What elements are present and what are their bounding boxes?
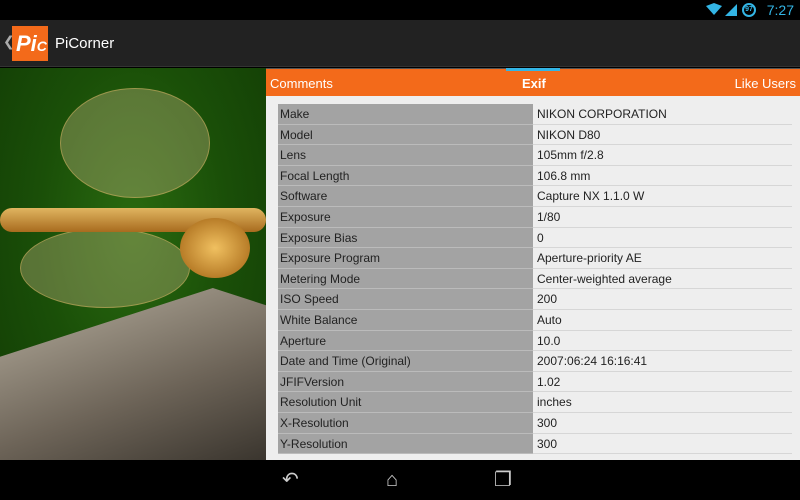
exif-key: Date and Time (Original) — [278, 351, 533, 372]
exif-row: Exposure Program Aperture-priority AE — [278, 248, 792, 269]
exif-key: Lens — [278, 145, 533, 166]
exif-value: Aperture-priority AE — [533, 248, 792, 269]
action-bar: ❮ PiC PiCorner — [0, 20, 800, 67]
exif-key: Exposure Bias — [278, 227, 533, 249]
exif-key: X-Resolution — [278, 412, 533, 434]
exif-row: Resolution Unit inches — [278, 392, 792, 413]
exif-value: NIKON CORPORATION — [533, 104, 792, 125]
exif-row: Make NIKON CORPORATION — [278, 104, 792, 125]
exif-key: Resolution Unit — [278, 392, 533, 413]
exif-row: Exposure 1/80 — [278, 206, 792, 228]
app-logo[interactable]: PiC — [12, 26, 48, 61]
exif-value: 200 — [533, 289, 792, 310]
status-bar: 97 7:27 — [0, 0, 800, 20]
back-icon[interactable]: ↶ — [282, 468, 299, 492]
navigation-bar: ↶ ⌂ ❐ — [0, 460, 800, 500]
tab-bar: Comments Exif Like Users — [266, 68, 800, 96]
tab-comments[interactable]: Comments — [270, 76, 333, 91]
exif-row: X-Resolution 300 — [278, 412, 792, 434]
exif-row: Focal Length 106.8 mm — [278, 165, 792, 187]
exif-value: 300 — [533, 434, 792, 455]
exif-panel[interactable]: Make NIKON CORPORATION Model NIKON D80 Lens 1… — [266, 96, 800, 460]
exif-row: Y-Resolution 300 — [278, 433, 792, 455]
exif-value: 2007:06:24 16:16:41 — [533, 351, 792, 372]
signal-icon — [725, 4, 737, 16]
exif-row: Metering Mode Center-weighted average — [278, 268, 792, 290]
app-title: PiCorner — [55, 35, 115, 52]
exif-value: 106.8 mm — [533, 166, 792, 187]
wifi-icon — [706, 3, 722, 15]
wing — [20, 228, 190, 308]
exif-key: ISO Speed — [278, 289, 533, 310]
exif-value: Capture NX 1.1.0 W — [533, 186, 792, 207]
exif-value: 0 — [533, 228, 792, 249]
exif-value: Center-weighted average — [533, 269, 792, 290]
exif-key: White Balance — [278, 309, 533, 331]
tab-exif[interactable]: Exif — [522, 76, 546, 91]
exif-row: Model NIKON D80 — [278, 124, 792, 146]
exif-key: Focal Length — [278, 165, 533, 187]
exif-row: White Balance Auto — [278, 309, 792, 331]
exif-key: Metering Mode — [278, 268, 533, 290]
exif-key: Software — [278, 186, 533, 207]
dragonfly-head — [180, 218, 250, 278]
exif-key: Y-Resolution — [278, 433, 533, 455]
exif-value: 105mm f/2.8 — [533, 145, 792, 166]
exif-key: Exposure — [278, 206, 533, 228]
exif-row: Exposure Bias 0 — [278, 227, 792, 249]
exif-key: JFIFVersion — [278, 371, 533, 393]
wing — [60, 88, 210, 198]
exif-key: Make — [278, 104, 533, 125]
exif-row: Lens 105mm f/2.8 — [278, 145, 792, 166]
clock: 7:27 — [766, 2, 794, 18]
tab-indicator — [506, 68, 560, 71]
exif-row: ISO Speed 200 — [278, 289, 792, 310]
home-icon[interactable]: ⌂ — [386, 468, 398, 492]
exif-value: Auto — [533, 310, 792, 331]
exif-key: Exposure Program — [278, 248, 533, 269]
exif-key: Model — [278, 124, 533, 146]
exif-value: 10.0 — [533, 331, 792, 352]
exif-value: inches — [533, 392, 792, 413]
exif-value: 1/80 — [533, 207, 792, 228]
tab-like-users[interactable]: Like Users — [735, 76, 796, 91]
exif-key: Aperture — [278, 330, 533, 352]
battery-icon: 97 — [742, 3, 756, 17]
photo-dragonfly[interactable] — [0, 68, 266, 460]
exif-value: NIKON D80 — [533, 125, 792, 146]
exif-row: JFIFVersion 1.02 — [278, 371, 792, 393]
exif-value: 300 — [533, 413, 792, 434]
recent-apps-icon[interactable]: ❐ — [494, 468, 512, 492]
exif-table: Make NIKON CORPORATION Model NIKON D80 Lens 1… — [278, 104, 792, 455]
exif-value: 1.02 — [533, 372, 792, 393]
rock — [0, 288, 266, 460]
exif-row: Software Capture NX 1.1.0 W — [278, 186, 792, 207]
exif-row: Date and Time (Original) 2007:06:24 16:16… — [278, 351, 792, 372]
exif-row: Aperture 10.0 — [278, 330, 792, 352]
